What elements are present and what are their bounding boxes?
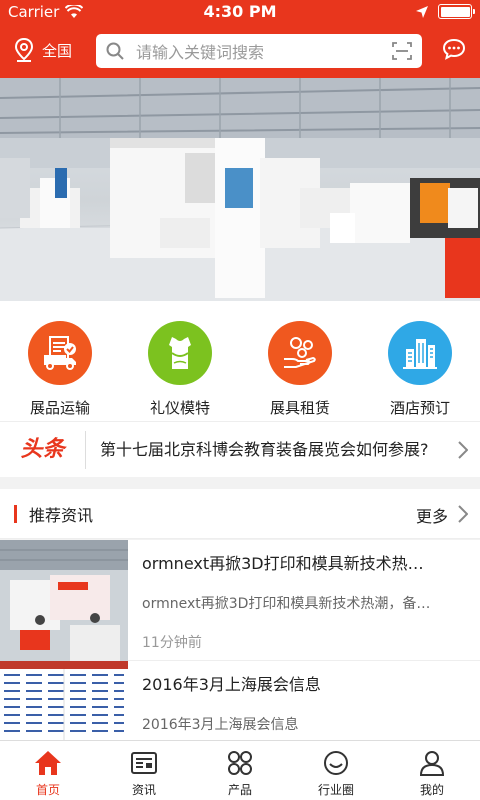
truck-document-icon: [28, 321, 92, 385]
location-pin-icon: [14, 38, 34, 62]
tab-label: 行业圈: [317, 783, 354, 797]
dress-icon: [148, 321, 212, 385]
search-input[interactable]: 请输入关键词搜索: [96, 34, 422, 68]
tab-community[interactable]: 行业圈: [288, 741, 384, 800]
message-button[interactable]: [442, 38, 466, 64]
news-title: 2016年3月上海展会信息: [142, 675, 321, 694]
headline-text: 第十七届北京科博会教育装备展览会如何参展?: [100, 439, 429, 459]
status-right: [416, 4, 475, 19]
headline-row[interactable]: 头条 第十七届北京科博会教育装备展览会如何参展?: [0, 421, 480, 477]
tab-profile[interactable]: 我的: [384, 741, 480, 800]
location-arrow-icon: [416, 5, 428, 18]
category-label: 酒店预订: [389, 399, 450, 417]
exhibition-hall-illustration: [0, 78, 480, 301]
header: 全国 请输入关键词搜索: [0, 24, 480, 78]
chevron-right-icon[interactable]: [458, 505, 468, 523]
search-placeholder: 请输入关键词搜索: [136, 43, 265, 62]
news-title: ormnext再掀3D打印和模具新技术热…: [142, 554, 424, 573]
category-grid: 展品运输 礼仪模特 展具租赁 酒店预订: [0, 301, 480, 421]
news-icon: [131, 752, 157, 774]
category-label: 展品运输: [29, 399, 90, 417]
status-bar: Carrier 4:30 PM: [0, 0, 480, 24]
list-item[interactable]: 2016年3月上海展会信息 2016年3月上海展会信息: [0, 661, 480, 740]
news-time: 11分钟前: [142, 635, 202, 651]
category-hotel[interactable]: 酒店预订: [360, 301, 480, 421]
hotel-building-icon: [388, 321, 452, 385]
news-thumbnail: [0, 661, 128, 740]
category-rental[interactable]: 展具租赁: [240, 301, 360, 421]
hand-coins-icon: [268, 321, 332, 385]
news-desc: ormnext再掀3D打印和模具新技术热潮，备…: [142, 596, 431, 612]
news-list: ormnext再掀3D打印和模具新技术热… ormnext再掀3D打印和模具新技…: [0, 540, 480, 740]
banner-image[interactable]: [0, 78, 480, 301]
bottom-tab-bar: 首页 资讯 产品 行业圈 我的: [0, 740, 480, 800]
home-icon: [35, 751, 61, 775]
tab-label: 我的: [419, 783, 444, 797]
section-accent-bar: [14, 504, 17, 523]
location-selector[interactable]: 全国: [14, 38, 72, 62]
tab-label: 资讯: [131, 783, 156, 797]
category-label: 展具租赁: [269, 399, 330, 417]
tab-news[interactable]: 资讯: [96, 741, 192, 800]
chat-bubble-icon: [442, 38, 466, 60]
headline-logo: 头条: [0, 430, 86, 469]
category-models[interactable]: 礼仪模特: [120, 301, 240, 421]
top-bar: Carrier 4:30 PM 全国 请输入关键词搜索: [0, 0, 480, 78]
location-label: 全国: [42, 41, 73, 60]
battery-icon: [438, 4, 475, 19]
user-icon: [420, 751, 444, 776]
category-transport[interactable]: 展品运输: [0, 301, 120, 421]
section-header: 推荐资讯 更多: [0, 489, 480, 539]
category-label: 礼仪模特: [149, 399, 210, 417]
tab-label: 产品: [227, 783, 252, 797]
tab-home[interactable]: 首页: [0, 741, 96, 800]
more-link[interactable]: 更多: [416, 503, 448, 527]
grid-icon: [228, 751, 252, 775]
tab-products[interactable]: 产品: [192, 741, 288, 800]
section-title: 推荐资讯: [29, 505, 94, 525]
chevron-right-icon: [458, 441, 468, 459]
news-desc: 2016年3月上海展会信息: [142, 717, 299, 733]
tab-label: 首页: [35, 783, 60, 797]
list-item[interactable]: ormnext再掀3D打印和模具新技术热… ormnext再掀3D打印和模具新技…: [0, 540, 480, 661]
scan-icon[interactable]: [392, 42, 412, 60]
search-icon: [106, 42, 124, 60]
clock: 4:30 PM: [203, 2, 277, 21]
news-thumbnail: [0, 540, 128, 661]
smile-icon: [324, 751, 348, 775]
